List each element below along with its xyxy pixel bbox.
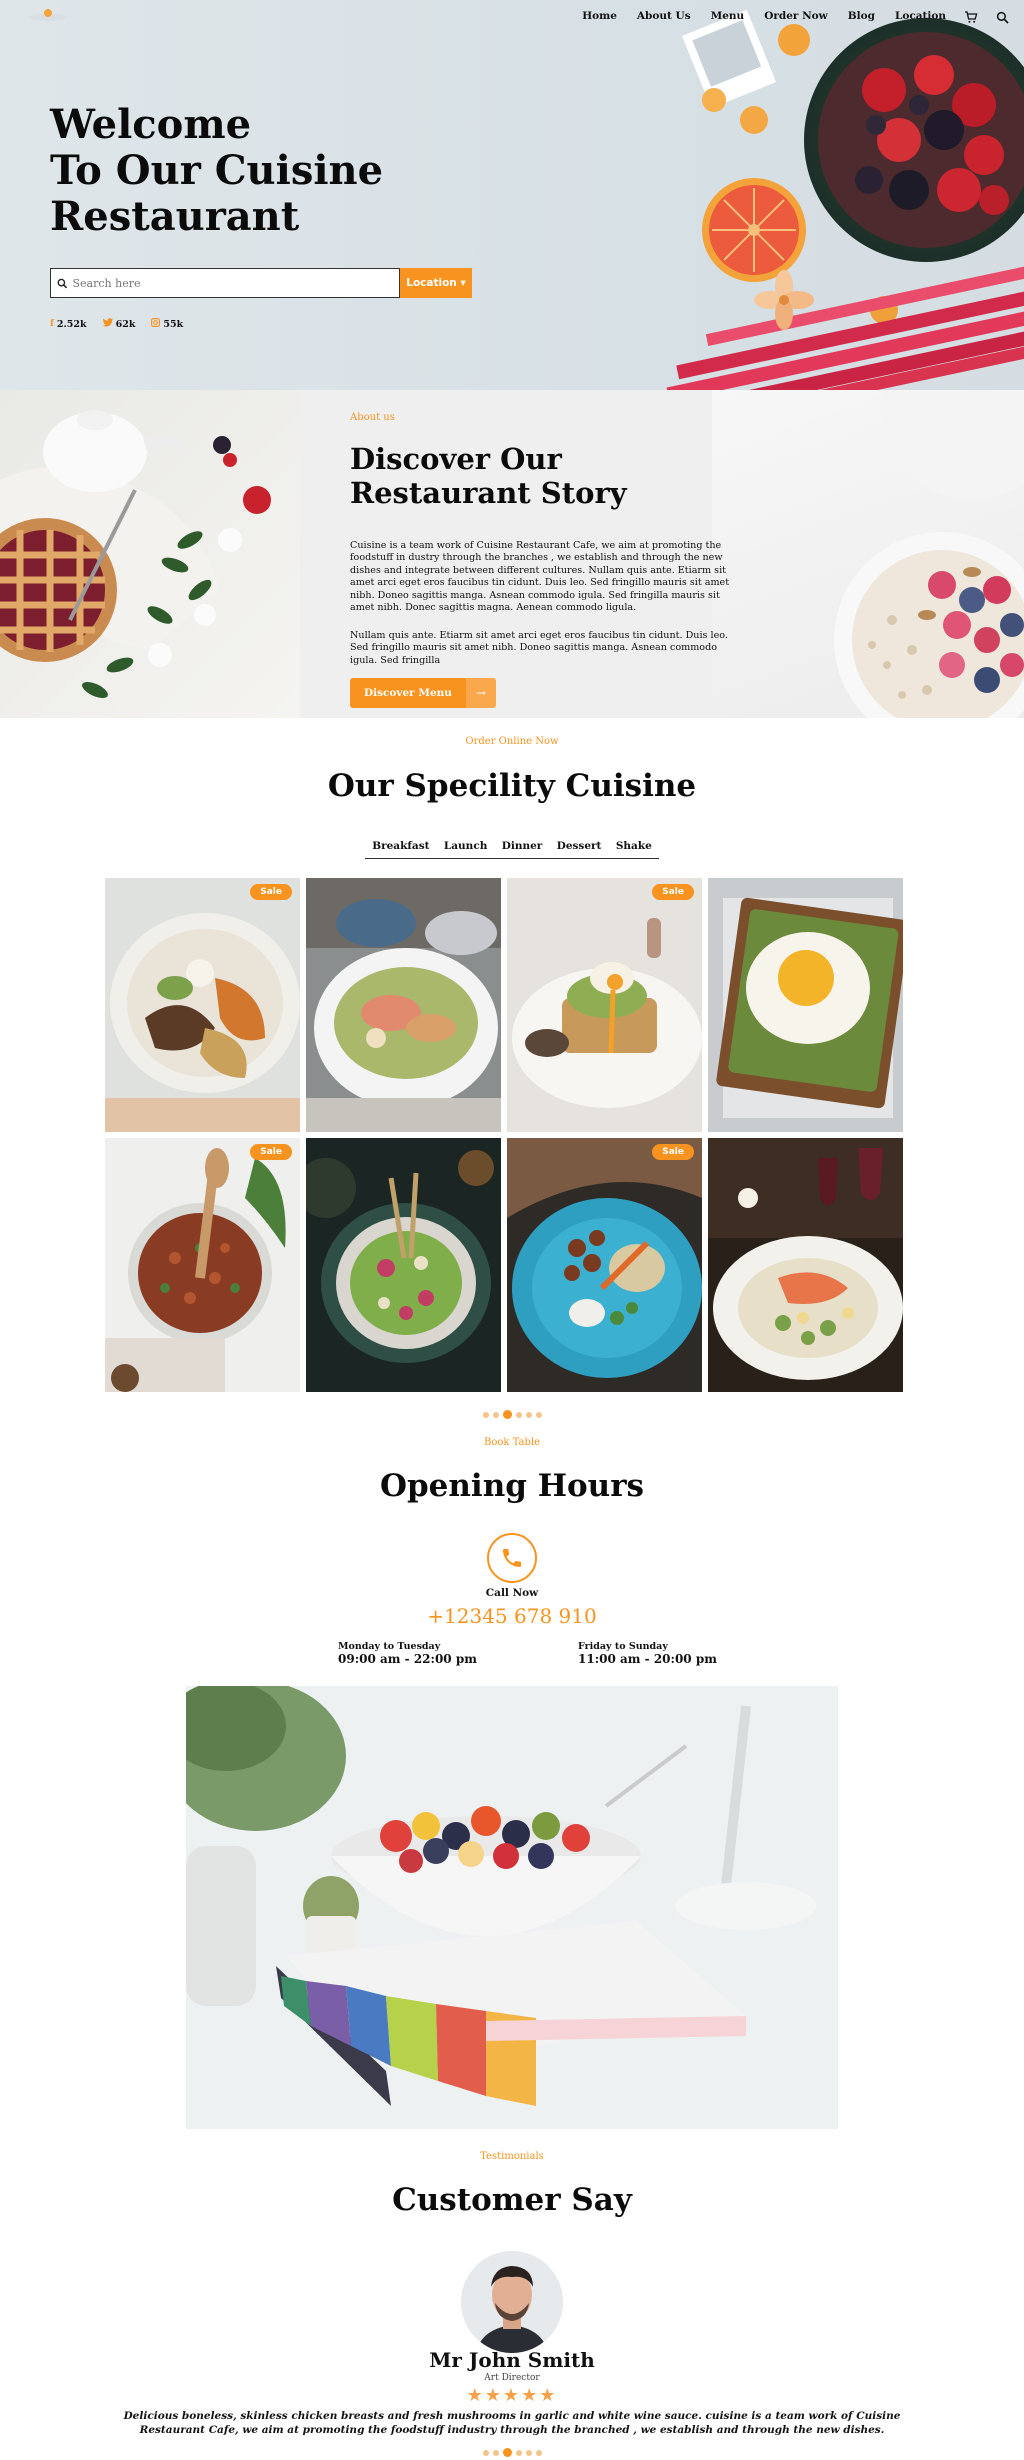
menu-category-tabs: Breakfast Launch Dinner Dessert Shake xyxy=(365,840,659,859)
tab-breakfast[interactable]: Breakfast xyxy=(372,840,429,852)
twitter-icon xyxy=(102,318,113,330)
nav-item-menu[interactable]: Menu xyxy=(711,10,745,22)
opening-title: Opening Hours xyxy=(379,1468,644,1504)
testimonial-quote: Delicious boneless, skinless chicken bre… xyxy=(123,2410,901,2436)
social-twitter[interactable]: 62k xyxy=(102,318,136,330)
discover-menu-button[interactable]: Discover Menu → xyxy=(350,678,496,708)
avatar xyxy=(461,2251,563,2353)
dish-card[interactable]: Sale xyxy=(105,1138,300,1392)
logo[interactable] xyxy=(30,9,66,23)
logo-dot-shape xyxy=(44,9,52,17)
pagination-dot[interactable] xyxy=(492,2449,499,2456)
pagination-dot-active[interactable] xyxy=(502,1410,512,1419)
about-title: Discover Our Restaurant Story xyxy=(350,442,627,510)
hero-title: Welcome To Our Cuisine Restaurant xyxy=(50,102,383,240)
hero-title-line: To Our Cuisine xyxy=(50,147,384,194)
social-instagram[interactable]: 55k xyxy=(151,318,183,330)
nav-item-location[interactable]: Location xyxy=(895,10,946,22)
about-title-line: Discover Our xyxy=(350,442,562,476)
nav-item-about-us[interactable]: About Us xyxy=(637,10,691,22)
nav-item-home[interactable]: Home xyxy=(582,10,617,22)
testimonial-name: Mr John Smith xyxy=(429,2348,595,2372)
hero-title-line: Restaurant xyxy=(50,193,300,240)
social-facebook[interactable]: f 2.52k xyxy=(50,318,87,330)
pagination-dot[interactable] xyxy=(525,2449,532,2456)
dish-card[interactable] xyxy=(306,878,501,1132)
tab-shake[interactable]: Shake xyxy=(616,840,652,852)
hours-time: 09:00 am - 22:00 pm xyxy=(338,1652,477,1666)
top-navigation: Home About Us Menu Order Now Blog Locati… xyxy=(0,0,1024,34)
nav-menu: Home About Us Menu Order Now Blog Locati… xyxy=(562,9,1010,24)
pagination-dot[interactable] xyxy=(515,2449,522,2456)
location-dropdown-button[interactable]: Location ▾ xyxy=(400,268,472,298)
dish-card[interactable] xyxy=(708,1138,903,1392)
search-icon[interactable] xyxy=(996,9,1010,24)
phone-number[interactable]: +12345 678 910 xyxy=(0,1604,1024,1628)
about-paragraph: Cuisine is a team work of Cuisine Restau… xyxy=(350,540,730,614)
fruit-bowl-cookbook-image xyxy=(186,1686,838,2129)
hours-time: 11:00 am - 20:00 pm xyxy=(578,1652,717,1666)
dish-grid: Sale Sale Sale Sale xyxy=(105,878,903,1392)
social-counts: f 2.52k 62k 55k xyxy=(50,318,183,330)
sale-badge: Sale xyxy=(250,884,292,900)
hero-food-image xyxy=(644,0,1024,390)
instagram-icon xyxy=(151,318,161,330)
tab-dinner[interactable]: Dinner xyxy=(502,840,543,852)
tab-dessert[interactable]: Dessert xyxy=(557,840,602,852)
discover-menu-label: Discover Menu xyxy=(350,678,466,708)
hero-title-line: Welcome xyxy=(50,101,252,148)
search-input[interactable] xyxy=(72,276,399,290)
pagination-dot[interactable] xyxy=(492,1411,499,1418)
cart-icon[interactable] xyxy=(964,9,978,23)
nav-item-order-now[interactable]: Order Now xyxy=(764,10,828,22)
pagination-dot[interactable] xyxy=(535,2449,542,2456)
dish-card[interactable] xyxy=(306,1138,501,1392)
dish-card[interactable] xyxy=(708,878,903,1132)
testimonials-kicker: Testimonials xyxy=(480,2151,544,2162)
sale-badge: Sale xyxy=(652,1144,694,1160)
oatmeal-berries-image xyxy=(712,390,1024,718)
testimonials-title: Customer Say xyxy=(392,2182,632,2218)
pagination-dot[interactable] xyxy=(482,1411,489,1418)
pagination-dot[interactable] xyxy=(535,1411,542,1418)
sale-badge: Sale xyxy=(250,1144,292,1160)
social-count: 62k xyxy=(115,318,136,330)
opening-kicker: Book Table xyxy=(483,1437,540,1448)
sale-badge: Sale xyxy=(652,884,694,900)
pagination-dot[interactable] xyxy=(515,1411,522,1418)
phone-icon xyxy=(503,1549,521,1567)
nav-item-blog[interactable]: Blog xyxy=(848,10,875,22)
pagination-dot[interactable] xyxy=(482,2449,489,2456)
search-field[interactable] xyxy=(50,268,400,298)
testimonial-role: Art Director xyxy=(484,2373,540,2383)
about-paragraph: Nullam quis ante. Etiarm sit amet arci e… xyxy=(350,630,728,666)
about-title-line: Restaurant Story xyxy=(350,476,627,510)
about-section: About us Discover Our Restaurant Story C… xyxy=(0,390,1024,718)
about-kicker: About us xyxy=(350,412,395,423)
dish-card[interactable]: Sale xyxy=(507,878,702,1132)
hours-weekend: Friday to Sunday 11:00 am - 20:00 pm xyxy=(578,1641,717,1665)
call-now-label: Call Now xyxy=(485,1587,539,1599)
hero-search-bar: Location ▾ xyxy=(50,268,472,298)
hours-weekdays: Monday to Tuesday 09:00 am - 22:00 pm xyxy=(338,1641,477,1665)
arrow-right-icon: → xyxy=(465,678,496,708)
search-icon xyxy=(57,278,68,288)
testimonials-pagination xyxy=(0,2448,1024,2457)
pagination-dot[interactable] xyxy=(525,1411,532,1418)
dish-card[interactable]: Sale xyxy=(105,878,300,1132)
tab-launch[interactable]: Launch xyxy=(444,840,487,852)
social-count: 2.52k xyxy=(56,318,87,330)
speciality-pagination xyxy=(0,1410,1024,1419)
hero-section: Welcome To Our Cuisine Restaurant Locati… xyxy=(0,0,1024,390)
speciality-title: Our Specility Cuisine xyxy=(327,768,697,804)
pie-tea-image xyxy=(0,390,300,718)
dish-card[interactable]: Sale xyxy=(507,1138,702,1392)
speciality-kicker: Order Online Now xyxy=(465,736,559,747)
call-button[interactable] xyxy=(487,1533,537,1583)
star-rating: ★★★★★ xyxy=(466,2385,558,2406)
facebook-icon: f xyxy=(50,319,54,329)
pagination-dot-active[interactable] xyxy=(502,2448,512,2457)
social-count: 55k xyxy=(163,318,184,330)
